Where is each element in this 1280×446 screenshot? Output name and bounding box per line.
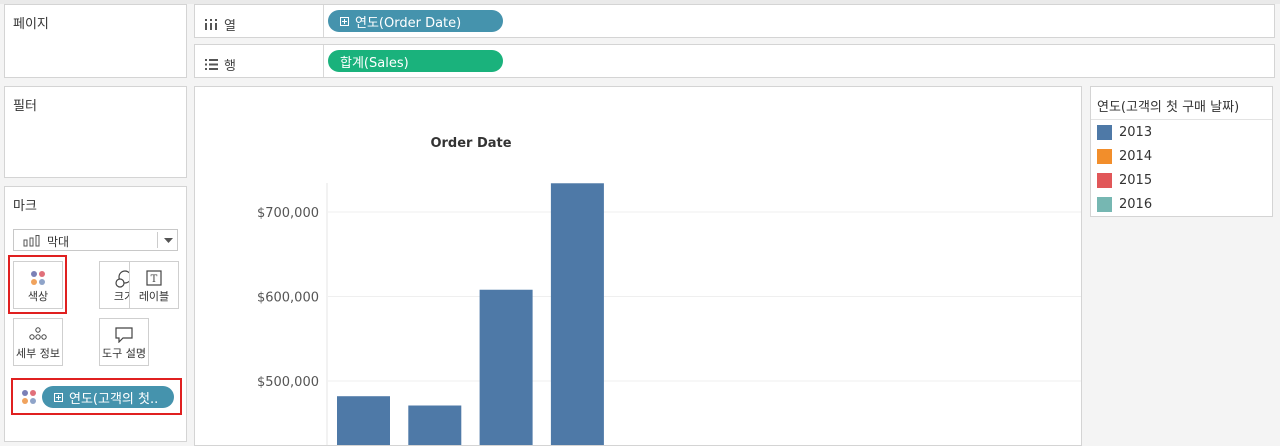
bar-chart-icon bbox=[23, 235, 40, 247]
shelf-divider bbox=[323, 45, 324, 77]
rows-shelf-label: 행 bbox=[205, 55, 236, 74]
detail-button[interactable]: 세부 정보 bbox=[13, 318, 63, 366]
bar-2[interactable] bbox=[408, 405, 462, 445]
columns-icon bbox=[205, 19, 217, 30]
rows-pill[interactable]: 합계(Sales) bbox=[328, 50, 503, 72]
legend-label: 2015 bbox=[1119, 173, 1153, 188]
rows-pill-label: 합계(Sales) bbox=[340, 55, 409, 71]
legend-swatch bbox=[1097, 173, 1112, 188]
bar-1[interactable] bbox=[337, 396, 390, 445]
columns-pill-label: 연도(Order Date) bbox=[355, 15, 462, 31]
legend-label: 2016 bbox=[1119, 197, 1153, 212]
columns-shelf-title: 열 bbox=[224, 19, 236, 34]
legend-swatch bbox=[1097, 149, 1112, 164]
columns-pill[interactable]: 연도(Order Date) bbox=[328, 10, 503, 32]
pages-card-title: 페이지 bbox=[13, 17, 49, 32]
legend-item[interactable]: 2016 bbox=[1097, 197, 1152, 212]
mark-type-label: 막대 bbox=[47, 235, 70, 249]
color-legend[interactable]: 연도(고객의 첫 구매 날짜) 2013 2014 2015 2016 bbox=[1090, 86, 1273, 217]
dropdown-divider bbox=[157, 232, 158, 248]
text-label-icon: T bbox=[146, 270, 162, 286]
tooltip-button-label: 도구 설명 bbox=[102, 347, 146, 360]
marks-card-title: 마크 bbox=[13, 199, 37, 214]
rows-shelf[interactable]: 행 합계(Sales) bbox=[194, 44, 1275, 78]
chart-view: Order Date $500,000 $600,000 $700,000 bbox=[194, 86, 1082, 446]
expand-plus-icon[interactable] bbox=[340, 16, 349, 26]
filters-card-title: 필터 bbox=[13, 99, 37, 114]
chart-title: Order Date bbox=[430, 136, 511, 151]
legend-header-divider bbox=[1091, 119, 1272, 120]
label-button[interactable]: T 레이블 bbox=[129, 261, 179, 309]
columns-shelf-label: 열 bbox=[205, 15, 236, 34]
detail-dots-icon bbox=[29, 327, 47, 340]
rows-icon bbox=[205, 59, 218, 70]
tooltip-button[interactable]: 도구 설명 bbox=[99, 318, 149, 366]
label-button-label: 레이블 bbox=[138, 290, 170, 303]
legend-item[interactable]: 2014 bbox=[1097, 149, 1152, 164]
y-tick-label: $500,000 bbox=[257, 375, 319, 390]
rows-shelf-title: 행 bbox=[224, 59, 236, 74]
mark-type-dropdown[interactable]: 막대 bbox=[13, 229, 178, 251]
legend-label: 2014 bbox=[1119, 149, 1153, 164]
columns-shelf[interactable]: 열 연도(Order Date) bbox=[194, 4, 1275, 38]
legend-item[interactable]: 2015 bbox=[1097, 173, 1152, 188]
color-button-highlight bbox=[8, 255, 67, 314]
legend-label: 2013 bbox=[1119, 125, 1153, 140]
chevron-down-icon[interactable] bbox=[164, 238, 173, 244]
legend-swatch bbox=[1097, 197, 1112, 212]
y-tick-label: $600,000 bbox=[257, 291, 319, 306]
bar-3[interactable] bbox=[479, 289, 533, 445]
filters-card[interactable]: 필터 bbox=[4, 86, 187, 178]
legend-title: 연도(고객의 첫 구매 날짜) bbox=[1097, 100, 1240, 115]
bar-4[interactable] bbox=[550, 183, 604, 445]
y-tick-label: $700,000 bbox=[257, 206, 319, 221]
svg-text:T: T bbox=[151, 274, 158, 285]
legend-swatch bbox=[1097, 125, 1112, 140]
tooltip-bubble-icon bbox=[115, 327, 133, 343]
legend-item[interactable]: 2013 bbox=[1097, 125, 1152, 140]
bar-chart: Order Date $500,000 $600,000 $700,000 bbox=[257, 136, 1081, 445]
color-pill-highlight bbox=[11, 378, 182, 415]
detail-button-label: 세부 정보 bbox=[16, 347, 60, 360]
pages-card[interactable]: 페이지 bbox=[4, 4, 187, 78]
shelf-divider bbox=[323, 5, 324, 37]
